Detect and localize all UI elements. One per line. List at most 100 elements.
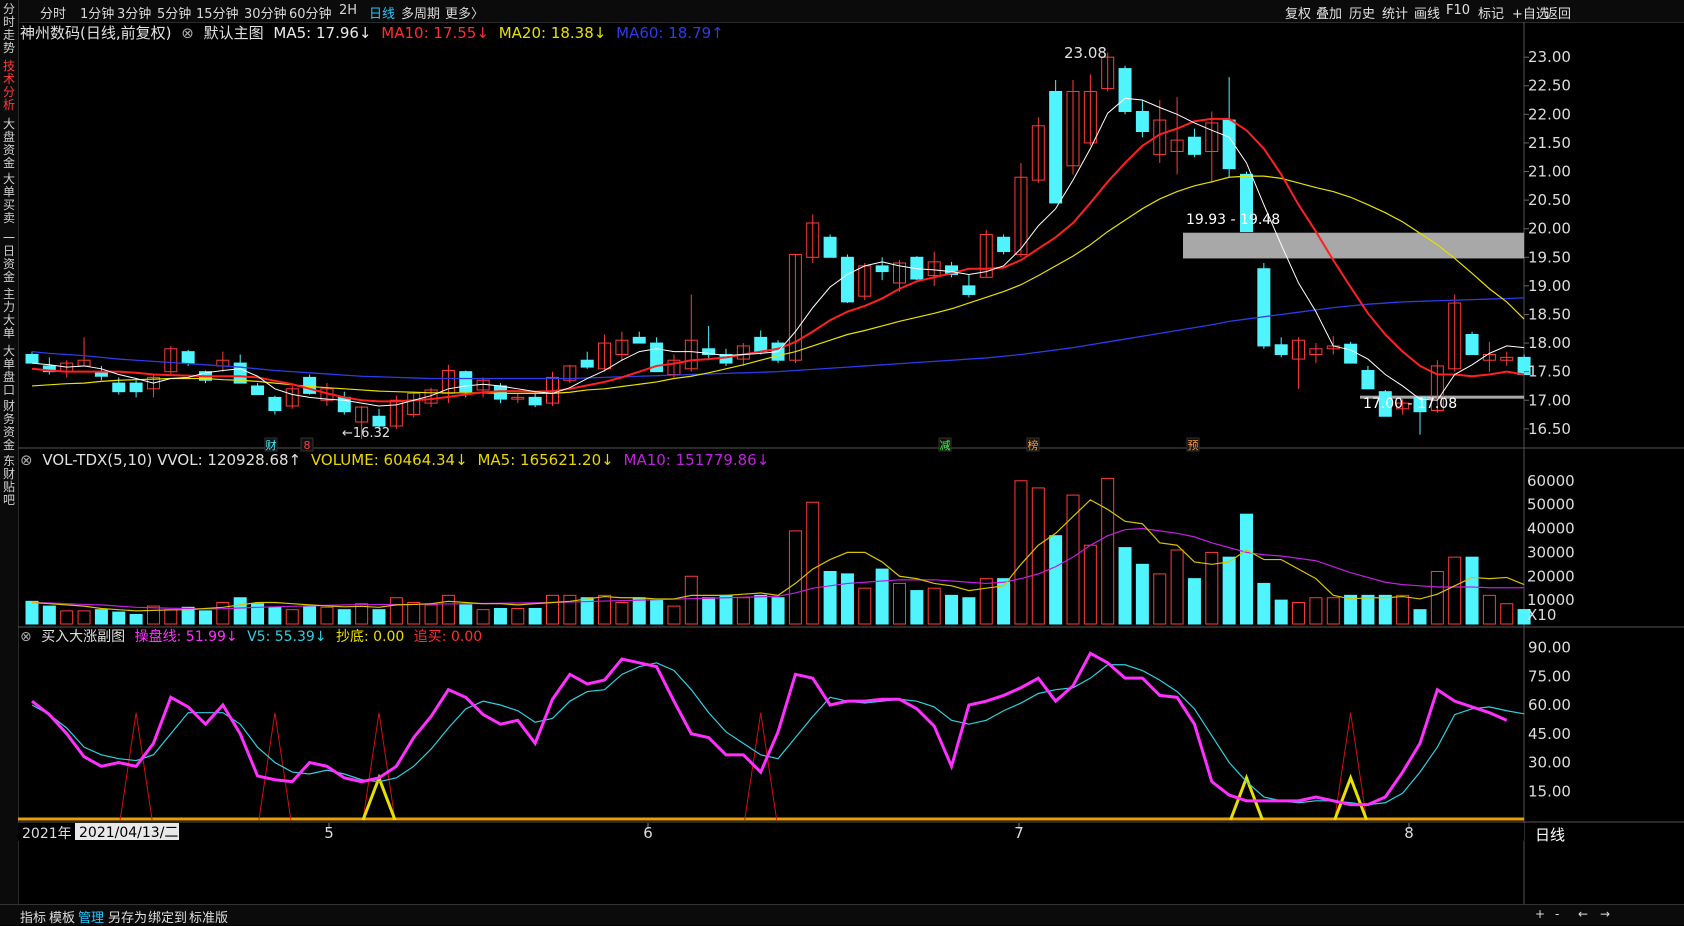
volume-bar xyxy=(25,600,39,625)
indicator-name[interactable]: 买入大涨副图 xyxy=(41,629,125,645)
volume-bar xyxy=(962,597,976,625)
candle xyxy=(1482,354,1496,361)
indicator-axis-label: 75.00 xyxy=(1528,667,1571,685)
candle xyxy=(268,396,282,412)
event-tag: 榜 xyxy=(1028,438,1039,452)
volume-bar xyxy=(528,607,542,625)
period-tab-2[interactable]: 3分钟 xyxy=(117,3,151,22)
sidebar-item-0[interactable]: 分时走势 xyxy=(1,3,17,55)
resistance-zone xyxy=(1183,232,1524,259)
candle xyxy=(1448,302,1462,370)
candle xyxy=(216,359,230,367)
period-tab-1[interactable]: 1分钟 xyxy=(80,3,114,22)
candle xyxy=(546,376,559,404)
chase-signal xyxy=(1334,712,1368,821)
candle xyxy=(563,365,577,381)
bottom-tab-1[interactable]: 模板 xyxy=(49,907,75,926)
corner-button-1[interactable]: - xyxy=(1555,907,1559,921)
candle xyxy=(736,345,750,360)
period-tab-6[interactable]: 60分钟 xyxy=(289,3,332,22)
volume-bar xyxy=(1153,573,1167,625)
candle xyxy=(754,336,768,353)
price-axis-label: 18.50 xyxy=(1528,305,1571,323)
corner-button-2[interactable]: ← xyxy=(1578,907,1588,921)
toolbar-button-8[interactable]: 返回 xyxy=(1545,3,1571,22)
candle xyxy=(424,389,438,404)
candle xyxy=(667,359,681,376)
sidebar-item-3[interactable]: 大单买卖 xyxy=(1,173,17,225)
sidebar-item-1[interactable]: 技术分析 xyxy=(1,60,17,112)
volume-bar xyxy=(251,603,265,625)
period-tab-7[interactable]: 2H xyxy=(339,3,357,18)
period-tab-0[interactable]: 分时 xyxy=(40,3,66,22)
price-axis-label: 22.50 xyxy=(1528,77,1571,95)
chase-signal xyxy=(362,712,396,821)
volume-bar xyxy=(702,597,716,625)
volume-bar xyxy=(1101,477,1115,625)
sidebar-item-2[interactable]: 大盘资金 xyxy=(1,118,17,170)
volume-bar xyxy=(754,594,768,625)
bottom-tab-0[interactable]: 指标 xyxy=(20,907,46,926)
candle xyxy=(129,382,143,393)
candle xyxy=(1083,90,1097,144)
bottom-tab-4[interactable]: 绑定到 xyxy=(148,907,187,926)
chase-signal xyxy=(258,712,292,821)
month-label: 7 xyxy=(1014,824,1024,842)
settings-icon[interactable]: ⊗ xyxy=(181,24,194,42)
volume-bar xyxy=(806,501,820,625)
vol-indicator-name[interactable]: VOL-TDX(5,10) xyxy=(42,451,152,469)
volume-bar xyxy=(1222,556,1236,625)
bottom-tab-3[interactable]: 另存为 xyxy=(108,907,147,926)
toolbar-button-4[interactable]: 画线 xyxy=(1414,3,1440,22)
volume-bar xyxy=(372,609,386,625)
candle xyxy=(1413,396,1427,413)
toolbar-button-5[interactable]: F10 xyxy=(1446,3,1470,18)
indicator-axis-label: 30.00 xyxy=(1528,754,1571,772)
candle xyxy=(1274,344,1288,356)
sidebar-item-5[interactable]: 主力大单 xyxy=(1,288,17,340)
toolbar-button-7[interactable]: +自选 xyxy=(1512,3,1549,22)
volume-bar xyxy=(1396,594,1410,625)
sidebar-item-8[interactable]: 东财贴吧 xyxy=(1,455,17,507)
candle xyxy=(60,362,74,373)
candle xyxy=(1292,339,1306,360)
candle xyxy=(1326,345,1340,350)
corner-period: 日线 xyxy=(1535,826,1565,844)
corner-button-3[interactable]: → xyxy=(1600,907,1610,921)
period-tab-4[interactable]: 15分钟 xyxy=(196,3,239,22)
candle xyxy=(407,392,421,416)
toolbar-button-2[interactable]: 历史 xyxy=(1349,3,1375,22)
ma20-value: MA20: 18.38↓ xyxy=(498,24,607,42)
period-tab-3[interactable]: 5分钟 xyxy=(157,3,191,22)
bottom-tab-5[interactable]: 标准版 xyxy=(189,907,228,926)
candle xyxy=(493,385,507,400)
volume-bar xyxy=(459,604,473,625)
indicator-info: ⊗ 买入大涨副图 操盘线: 51.99↓ V5: 55.39↓ 抄底: 0.00… xyxy=(20,626,487,646)
volume-bar xyxy=(233,597,247,625)
sidebar-item-4[interactable]: 一日资金 xyxy=(1,232,17,284)
toolbar-button-1[interactable]: 叠加 xyxy=(1316,3,1342,22)
candle xyxy=(303,376,317,394)
volume-bar xyxy=(355,603,369,625)
corner-button-0[interactable]: + xyxy=(1535,907,1545,921)
bottom-tab-2[interactable]: 管理 xyxy=(78,907,104,926)
price-axis-label: 21.00 xyxy=(1528,163,1571,181)
settings-icon[interactable]: ⊗ xyxy=(20,629,32,645)
volume-axis-label: 20000 xyxy=(1527,567,1575,585)
sidebar-item-6[interactable]: 大单盘口 xyxy=(1,345,17,397)
toolbar-button-6[interactable]: 标记 xyxy=(1478,3,1504,22)
volume-bar xyxy=(1205,551,1219,625)
sidebar-item-7[interactable]: 财务资金 xyxy=(1,400,17,452)
toolbar-button-3[interactable]: 统计 xyxy=(1382,3,1408,22)
volume-value: VOLUME: 60464.34↓ xyxy=(310,451,468,469)
period-tab-9[interactable]: 多周期 xyxy=(401,3,440,22)
stock-name[interactable]: 神州数码(日线,前复权) xyxy=(20,24,171,42)
period-tab-5[interactable]: 30分钟 xyxy=(244,3,287,22)
settings-icon[interactable]: ⊗ xyxy=(20,451,33,469)
price-axis-label: 17.50 xyxy=(1528,363,1571,381)
period-tab-8[interactable]: 日线 xyxy=(369,3,395,22)
buy-value: 抄底: 0.00 xyxy=(336,629,405,645)
period-tab-10[interactable]: 更多〉 xyxy=(445,3,484,22)
toolbar-button-0[interactable]: 复权 xyxy=(1285,3,1311,22)
template-name[interactable]: 默认主图 xyxy=(204,24,264,42)
